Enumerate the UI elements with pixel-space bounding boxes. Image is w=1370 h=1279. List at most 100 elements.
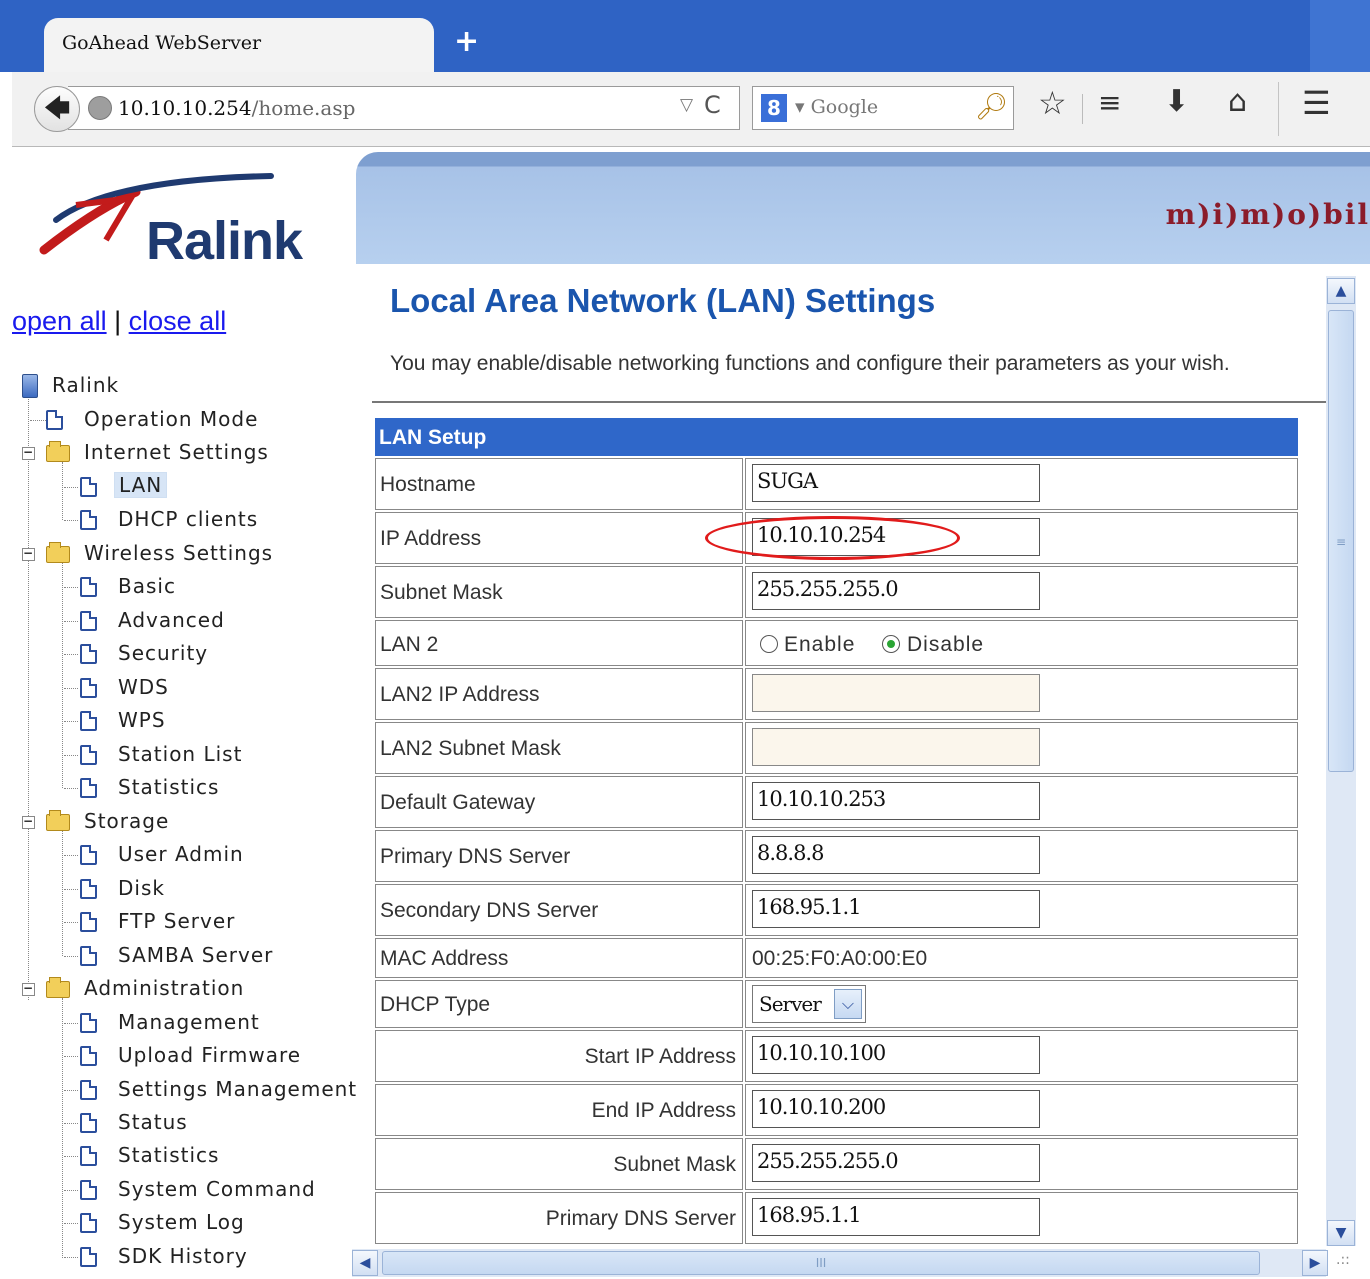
lan2-ip-input[interactable] <box>752 674 1040 712</box>
tree-line <box>64 956 78 957</box>
lan2-disable-radio[interactable] <box>882 635 900 653</box>
collapse-icon[interactable]: − <box>22 446 35 460</box>
tree-line <box>64 1090 78 1091</box>
field-label: Primary DNS Server <box>545 1207 736 1230</box>
page-icon <box>80 845 97 865</box>
field-label: Subnet Mask <box>613 1153 736 1176</box>
tree-label: Internet Settings <box>84 440 269 464</box>
field-value-cell: 10.10.10.254 <box>745 512 1298 564</box>
tree-label: Upload Firmware <box>118 1043 302 1067</box>
dhcp-subnet-mask-input[interactable]: 255.255.255.0 <box>752 1144 1040 1182</box>
bookmark-star-icon[interactable]: ☆ <box>1038 84 1067 122</box>
scrollbar-thumb[interactable]: ≡ <box>1328 310 1354 772</box>
address-bar[interactable]: 10.10.10.254/home.asp ▽ C <box>68 86 740 130</box>
subnet-mask-input[interactable]: 255.255.255.0 <box>752 572 1040 610</box>
page-icon <box>80 1080 97 1100</box>
scrollbar-thumb[interactable]: III <box>382 1251 1260 1275</box>
tree-label: Storage <box>84 809 170 833</box>
page-icon <box>80 678 97 698</box>
field-label: End IP Address <box>591 1099 736 1122</box>
ip-address-input[interactable]: 10.10.10.254 <box>752 518 1040 556</box>
field-value-cell: 10.10.10.200 <box>745 1084 1298 1136</box>
field-value-cell: 255.255.255.0 <box>745 566 1298 618</box>
dropdown-arrow-icon[interactable]: ▽ <box>680 95 693 115</box>
field-label-cell: Hostname <box>375 458 743 510</box>
secondary-dns-input[interactable]: 168.95.1.1 <box>752 890 1040 928</box>
page-icon <box>80 510 97 530</box>
field-label-cell: Default Gateway <box>375 776 743 828</box>
horizontal-scrollbar[interactable]: ◀ III ▶ <box>352 1249 1328 1277</box>
tree-label: WPS <box>118 708 166 732</box>
lan2-subnet-mask-input[interactable] <box>752 728 1040 766</box>
tree-line <box>64 1257 78 1258</box>
vertical-scrollbar[interactable]: ▲ ≡ ▼ <box>1326 276 1356 1246</box>
field-value-cell: 8.8.8.8 <box>745 830 1298 882</box>
close-all-link[interactable]: close all <box>129 306 227 336</box>
field-label-cell: LAN2 Subnet Mask <box>375 722 743 774</box>
tree-line <box>64 487 78 488</box>
folder-open-icon <box>46 542 70 563</box>
start-ip-input[interactable]: 10.10.10.100 <box>752 1036 1040 1074</box>
scroll-up-icon[interactable]: ▲ <box>1327 278 1355 304</box>
field-value-cell: 255.255.255.0 <box>745 1138 1298 1190</box>
tree-line <box>62 562 63 788</box>
dhcp-type-select[interactable]: Server ⌵ <box>752 985 866 1023</box>
open-all-link[interactable]: open all <box>12 306 107 336</box>
back-button[interactable]: 🡄 <box>34 86 80 132</box>
resize-grip-icon[interactable]: .:: <box>1336 1252 1350 1268</box>
field-label-cell: LAN 2 <box>375 620 743 666</box>
tree-line <box>64 1190 78 1191</box>
dhcp-primary-dns-input[interactable]: 168.95.1.1 <box>752 1198 1040 1236</box>
page-icon <box>80 1247 97 1267</box>
page-icon <box>80 1213 97 1233</box>
tree-line <box>64 1056 78 1057</box>
scroll-down-icon[interactable]: ▼ <box>1327 1220 1355 1246</box>
hostname-input[interactable]: SUGA <box>752 464 1040 502</box>
page-title: Local Area Network (LAN) Settings <box>390 282 936 319</box>
folder-open-icon <box>46 810 70 831</box>
home-icon[interactable]: ⌂ <box>1228 84 1247 119</box>
search-icon[interactable]: 🔎︎ <box>975 92 1008 122</box>
reload-icon[interactable]: C <box>704 91 721 119</box>
primary-dns-input[interactable]: 8.8.8.8 <box>752 836 1040 874</box>
end-ip-input[interactable]: 10.10.10.200 <box>752 1090 1040 1128</box>
globe-icon <box>88 96 112 120</box>
scroll-left-icon[interactable]: ◀ <box>352 1250 378 1276</box>
row-ip-address: IP Address 10.10.10.254 <box>375 512 1298 564</box>
tree-label: Advanced <box>118 608 225 632</box>
field-value-cell: SUGA <box>745 458 1298 510</box>
menu-icon[interactable]: ☰ <box>1302 84 1331 122</box>
page-icon <box>80 477 97 497</box>
titlebar-edge <box>1310 0 1370 72</box>
scroll-right-icon[interactable]: ▶ <box>1302 1250 1328 1276</box>
field-label-cell: MAC Address <box>375 938 743 978</box>
lan2-enable-radio[interactable] <box>760 635 778 653</box>
reading-list-icon[interactable]: ≡ <box>1098 86 1121 119</box>
field-label-cell: IP Address <box>375 512 743 564</box>
tree-label: Station List <box>118 742 243 766</box>
download-icon[interactable]: ⬇︎ <box>1164 84 1189 119</box>
browser-tab[interactable]: GoAhead WebServer <box>44 18 434 72</box>
tree-line <box>64 721 78 722</box>
tree-label: SAMBA Server <box>118 943 274 967</box>
tree-line <box>62 998 63 1258</box>
google-icon[interactable]: 8 <box>761 94 787 122</box>
default-gateway-input[interactable]: 10.10.10.253 <box>752 782 1040 820</box>
separator: | <box>114 306 122 336</box>
collapse-icon[interactable]: − <box>22 547 35 561</box>
navigation-toolbar: 10.10.10.254/home.asp ▽ C 🡄 8 ▾ Google 🔎… <box>12 72 1370 147</box>
tree-label: Settings Management <box>118 1077 358 1101</box>
row-default-gateway: Default Gateway 10.10.10.253 <box>375 776 1298 828</box>
search-box[interactable]: 8 ▾ Google 🔎︎ <box>752 86 1014 130</box>
plus-icon[interactable]: + <box>454 24 479 59</box>
tree-label: Security <box>118 641 209 665</box>
page-icon <box>80 879 97 899</box>
collapse-icon[interactable]: − <box>22 815 35 829</box>
collapse-icon[interactable]: − <box>22 982 35 996</box>
field-label: LAN 2 <box>380 633 439 656</box>
row-hostname: Hostname SUGA <box>375 458 1298 510</box>
tree-line <box>64 889 78 890</box>
tree-label: DHCP clients <box>118 507 259 531</box>
folder-open-icon <box>46 441 70 462</box>
tree-label: WDS <box>118 675 169 699</box>
